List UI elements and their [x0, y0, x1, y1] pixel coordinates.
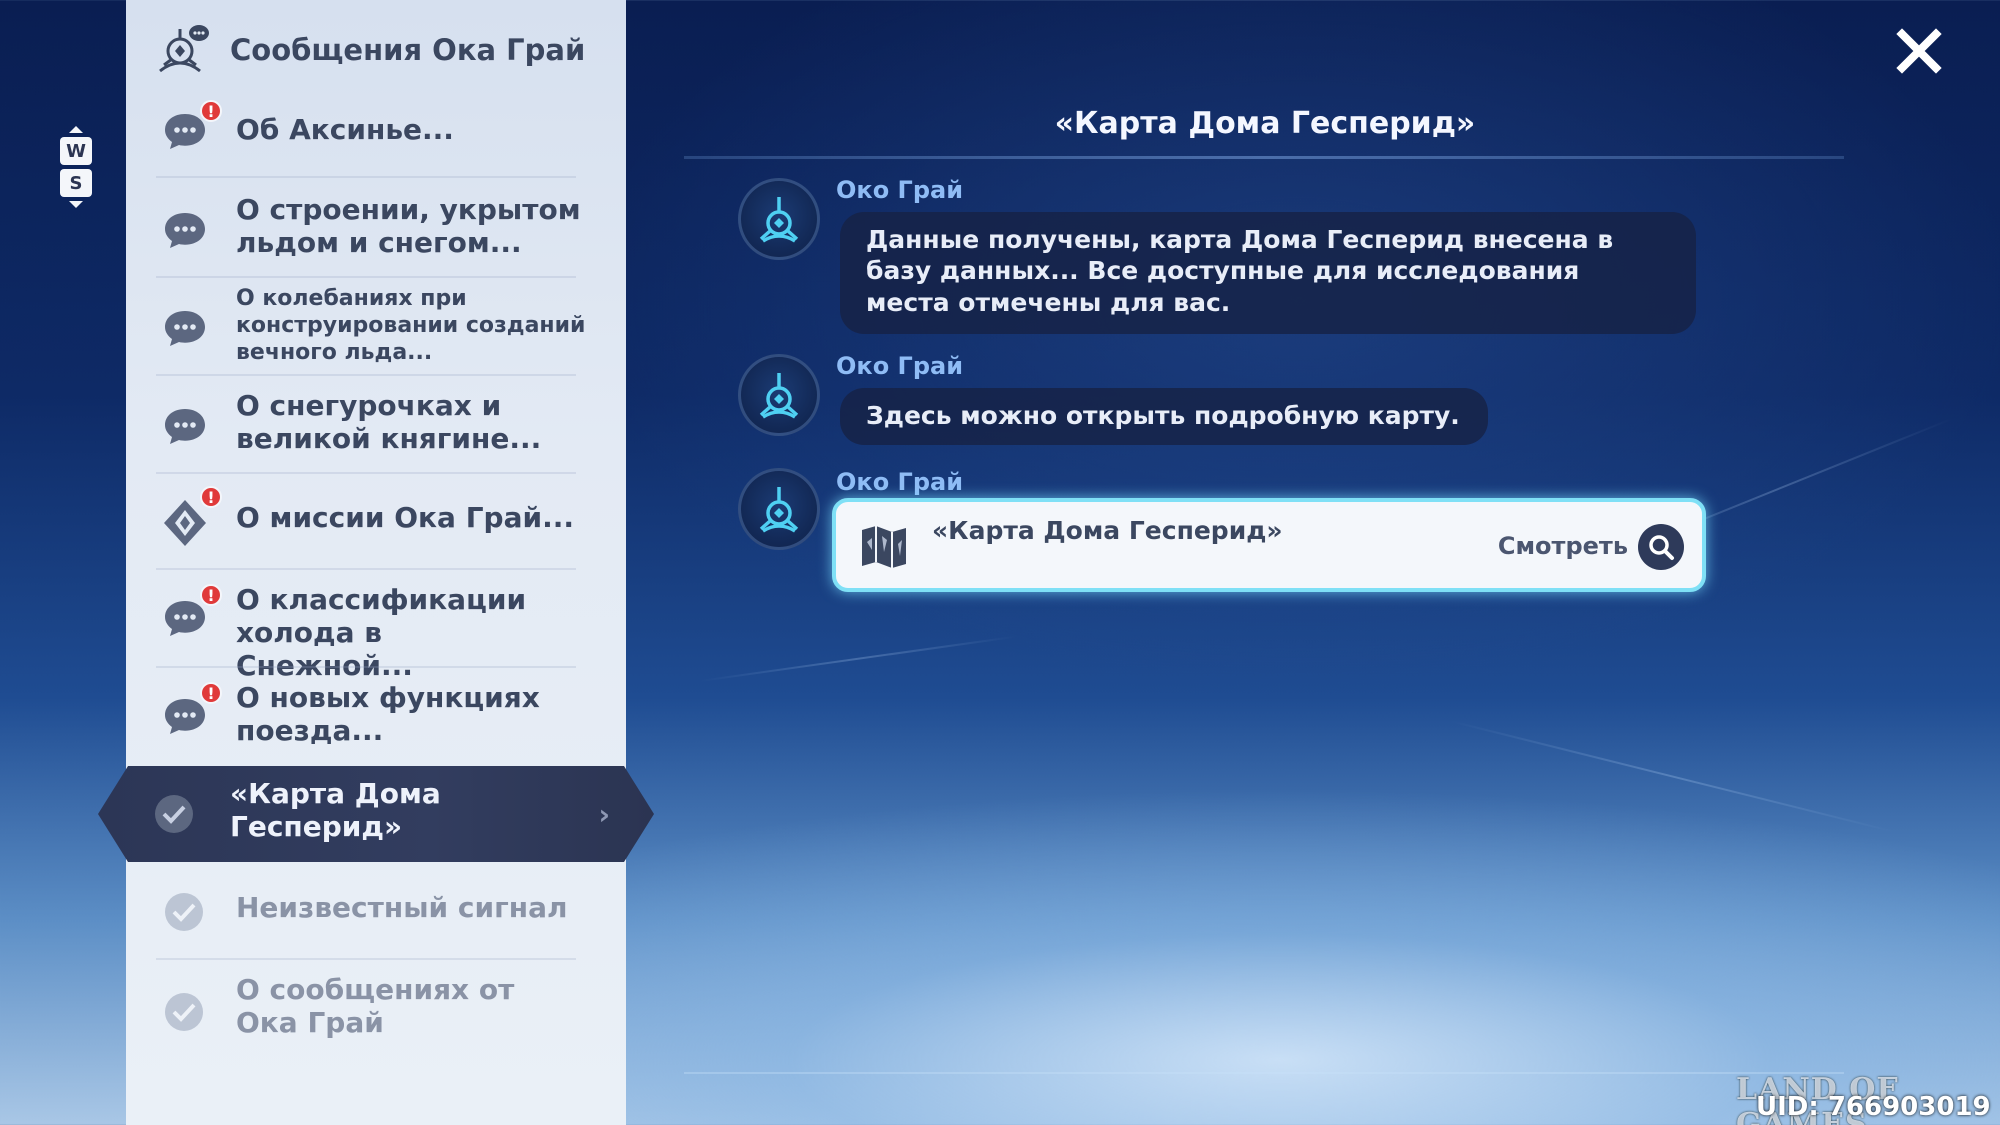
sidebar-item-label: О сообщениях от Ока Грай — [236, 973, 515, 1039]
oko-grai-avatar — [738, 468, 820, 550]
sidebar-item-eternal-ice[interactable]: О колебаниях при конструировании создани… — [126, 282, 626, 374]
sidebar-item-snowmaidens[interactable]: О снегурочках и великой княгине... — [126, 382, 626, 472]
check-icon — [152, 792, 196, 836]
chat-bubble-icon — [165, 409, 205, 444]
arrow-down-icon — [69, 201, 83, 208]
close-icon[interactable] — [1896, 28, 1942, 74]
sidebar-item-label: О новых функциях поезда... — [236, 681, 540, 747]
sidebar-item-aksinya[interactable]: ! Об Аксинье... — [126, 100, 626, 162]
divider — [156, 276, 576, 278]
unread-badge: ! — [200, 100, 222, 122]
check-icon — [165, 893, 203, 931]
oko-grai-emblem-icon — [759, 197, 799, 243]
view-button[interactable] — [1638, 524, 1684, 570]
chevron-right-icon: › — [598, 797, 610, 831]
divider — [156, 472, 576, 474]
sidebar-item-label: Неизвестный сигнал — [236, 891, 568, 924]
oko-grai-avatar — [738, 354, 820, 436]
sidebar-item-oko-grai-messages[interactable]: О сообщениях от Ока Грай — [126, 966, 626, 1056]
oko-grai-chat-icon — [159, 25, 209, 73]
bottom-divider — [684, 1072, 1844, 1074]
message-bubble: Здесь можно открыть подробную карту. — [840, 388, 1488, 446]
sidebar-item-label: О колебаниях при конструировании создани… — [236, 286, 586, 365]
sidebar-item-label: О строении, укрытом льдом и снегом... — [236, 193, 581, 259]
sidebar-item-ice-building[interactable]: О строении, укрытом льдом и снегом... — [126, 184, 626, 274]
background-streak — [1449, 720, 1897, 834]
unread-badge: ! — [200, 682, 222, 704]
divider — [156, 568, 576, 570]
message-sender: Око Грай — [836, 352, 964, 380]
chat-bubble-icon — [165, 213, 205, 248]
divider — [156, 374, 576, 376]
view-button-label[interactable]: Смотреть — [1498, 532, 1628, 560]
divider — [156, 958, 576, 960]
chat-bubble-icon — [165, 699, 205, 734]
map-attachment-card[interactable]: «Карта Дома Гесперид» Смотреть — [832, 498, 1706, 592]
w-key: W — [60, 137, 92, 165]
oko-grai-avatar — [738, 178, 820, 260]
check-icon — [165, 993, 203, 1031]
title-divider — [684, 156, 1844, 159]
divider — [156, 666, 576, 668]
sidebar-item-mission[interactable]: ! О миссии Ока Грай... — [126, 482, 626, 558]
uid-label: UID: 766903019 — [1756, 1092, 1991, 1122]
chat-bubble-icon — [165, 601, 205, 636]
search-icon — [1649, 535, 1674, 560]
scroll-key-hint: W S — [60, 126, 92, 208]
divider — [156, 176, 576, 178]
unread-badge: ! — [200, 584, 222, 606]
card-title: «Карта Дома Гесперид» — [932, 516, 1283, 545]
chat-bubble-icon — [165, 311, 205, 346]
message-list-sidebar: Сообщения Ока Грай ! Об Аксинье... О стр… — [126, 0, 626, 1125]
oko-grai-emblem-icon — [759, 487, 799, 533]
sidebar-item-train-functions[interactable]: ! О новых функциях поезда... — [126, 674, 626, 764]
message-sender: Око Грай — [836, 176, 964, 204]
arrow-up-icon — [69, 126, 83, 133]
sidebar-header: Сообщения Ока Грай — [126, 14, 626, 86]
sidebar-item-unknown-signal[interactable]: Неизвестный сигнал — [126, 876, 626, 946]
background-streak — [699, 635, 1018, 682]
unread-badge: ! — [200, 486, 222, 508]
sidebar-item-hesperides-map[interactable]: «Карта Дома Гесперид» › — [98, 766, 654, 862]
oko-grai-emblem-icon — [759, 373, 799, 419]
message-sender: Око Грай — [836, 468, 964, 496]
s-key: S — [60, 169, 92, 197]
message-bubble: Данные получены, карта Дома Гесперид вне… — [840, 212, 1696, 334]
sidebar-item-label: О снегурочках и великой княгине... — [236, 389, 542, 455]
map-icon — [862, 526, 906, 568]
sidebar-item-label: «Карта Дома Гесперид» — [230, 777, 441, 843]
sidebar-title: Сообщения Ока Грай — [230, 33, 586, 67]
conversation-title: «Карта Дома Гесперид» — [1054, 106, 1476, 141]
sidebar-item-label: О миссии Ока Грай... — [236, 501, 574, 534]
sidebar-item-label: Об Аксинье... — [236, 113, 454, 146]
sidebar-item-cold-classification[interactable]: ! О классификации холода в Снежной... — [126, 576, 626, 681]
